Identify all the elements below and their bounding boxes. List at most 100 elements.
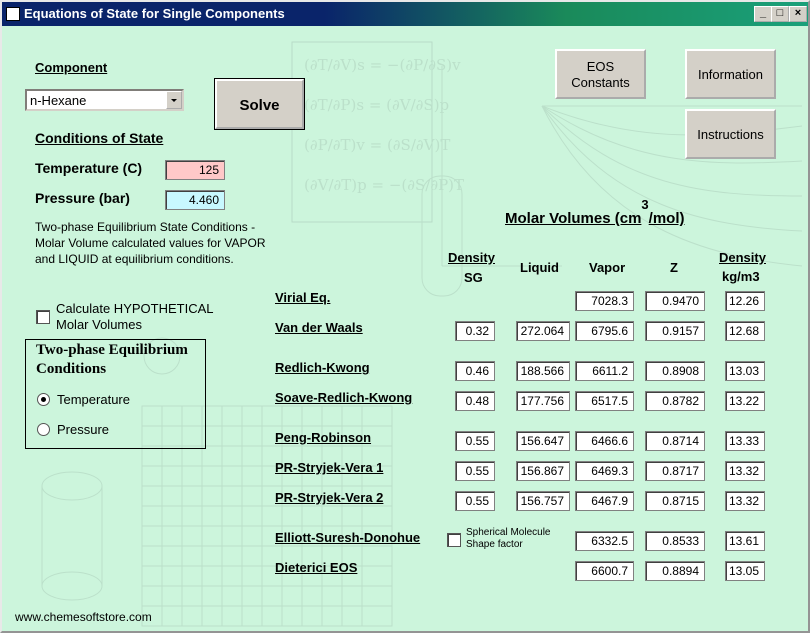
eos-sg-field-6[interactable]: 0.55: [455, 491, 495, 511]
header-z: Z: [670, 260, 678, 275]
eos-name-7[interactable]: Elliott-Suresh-Donohue: [275, 530, 420, 545]
application-window: Equations of State for Single Components…: [0, 0, 810, 633]
eos-constants-button[interactable]: EOS Constants: [555, 49, 646, 99]
eos-density-field-8[interactable]: 13.05: [725, 561, 765, 581]
eos-vapor-field-4[interactable]: 6466.6: [575, 431, 634, 451]
molar-volumes-title-main: Molar Volumes (cm: [505, 210, 642, 227]
component-select[interactable]: n-Hexane: [25, 89, 184, 111]
eos-constants-line2: Constants: [571, 75, 630, 90]
eos-liquid-field-4[interactable]: 156.647: [516, 431, 570, 451]
instructions-button[interactable]: Instructions: [685, 109, 776, 159]
radio-temperature-label: Temperature: [57, 392, 130, 407]
eos-vapor-field-5[interactable]: 6469.3: [575, 461, 634, 481]
molar-volumes-title-sup: 3: [641, 197, 649, 212]
maximize-button[interactable]: □: [771, 6, 789, 22]
radio-pressure-label: Pressure: [57, 422, 110, 437]
eos-density-field-5[interactable]: 13.32: [725, 461, 765, 481]
spherical-label-line1: Spherical Molecule: [466, 527, 551, 538]
eos-name-3[interactable]: Soave-Redlich-Kwong: [275, 390, 412, 405]
main-panel: (∂T/∂V)s = −(∂P/∂S)v (∂T/∂P)s = (∂V/∂S)p…: [2, 26, 808, 631]
header-density-sg-line1: Density: [448, 250, 495, 265]
information-button-label: Information: [697, 67, 764, 82]
eos-sg-field-5[interactable]: 0.55: [455, 461, 495, 481]
eos-density-field-7[interactable]: 13.61: [725, 531, 765, 551]
close-button[interactable]: ×: [789, 6, 807, 22]
solve-button[interactable]: Solve: [214, 78, 305, 130]
radio-temperature[interactable]: [37, 393, 50, 406]
pressure-label: Pressure (bar): [35, 190, 130, 206]
header-density-sg-line2: SG: [464, 270, 483, 285]
eos-density-field-3[interactable]: 13.22: [725, 391, 765, 411]
eos-density-field-1[interactable]: 12.68: [725, 321, 765, 341]
footer-url[interactable]: www.chemesoftstore.com: [15, 610, 152, 624]
information-button[interactable]: Information: [685, 49, 776, 99]
pressure-input[interactable]: 4.460: [165, 190, 225, 210]
temperature-label: Temperature (C): [35, 160, 143, 176]
eos-vapor-field-6[interactable]: 6467.9: [575, 491, 634, 511]
eos-vapor-field-8[interactable]: 6600.7: [575, 561, 634, 581]
instructions-button-label: Instructions: [697, 127, 764, 142]
eos-constants-line1: EOS: [586, 59, 615, 74]
eos-liquid-field-2[interactable]: 188.566: [516, 361, 570, 381]
hypothetical-label-line1: Calculate HYPOTHETICAL: [56, 301, 214, 316]
radio-pressure[interactable]: [37, 423, 50, 436]
title-bar[interactable]: Equations of State for Single Components…: [2, 2, 808, 26]
eos-liquid-field-6[interactable]: 156.757: [516, 491, 570, 511]
eos-name-6[interactable]: PR-Stryjek-Vera 2: [275, 490, 383, 505]
eos-sg-field-4[interactable]: 0.55: [455, 431, 495, 451]
header-density-kg-line1: Density: [719, 250, 766, 265]
eos-vapor-field-3[interactable]: 6517.5: [575, 391, 634, 411]
eos-name-8[interactable]: Dieterici EOS: [275, 560, 357, 575]
hypothetical-label-line2: Molar Volumes: [56, 317, 142, 332]
note-line2: Molar Volume calculated values for VAPOR: [35, 236, 266, 250]
molar-volumes-title: Molar Volumes (cm3/mol): [505, 197, 685, 227]
eos-density-field-6[interactable]: 13.32: [725, 491, 765, 511]
eos-vapor-field-0[interactable]: 7028.3: [575, 291, 634, 311]
eos-name-4[interactable]: Peng-Robinson: [275, 430, 371, 445]
groupbox-title-line1: Two-phase Equilibrium: [36, 342, 188, 358]
svg-text:(∂P/∂T)v = (∂S/∂V)T: (∂P/∂T)v = (∂S/∂V)T: [304, 136, 450, 154]
spherical-label-line2: Shape factor: [466, 539, 523, 550]
eos-density-field-2[interactable]: 13.03: [725, 361, 765, 381]
hypothetical-checkbox[interactable]: [36, 310, 50, 324]
minimize-button[interactable]: _: [754, 6, 772, 22]
eos-vapor-field-2[interactable]: 6611.2: [575, 361, 634, 381]
eos-liquid-field-1[interactable]: 272.064: [516, 321, 570, 341]
solve-button-label: Solve: [239, 97, 280, 114]
dropdown-button[interactable]: [166, 91, 182, 109]
eos-z-field-8[interactable]: 0.8894: [645, 561, 705, 581]
spherical-checkbox[interactable]: [447, 533, 461, 547]
component-heading: Component: [35, 60, 108, 75]
svg-text:(∂T/∂P)s = (∂V/∂S)p: (∂T/∂P)s = (∂V/∂S)p: [304, 96, 449, 114]
eos-z-field-1[interactable]: 0.9157: [645, 321, 705, 341]
eos-sg-field-3[interactable]: 0.48: [455, 391, 495, 411]
eos-z-field-7[interactable]: 0.8533: [645, 531, 705, 551]
eos-z-field-2[interactable]: 0.8908: [645, 361, 705, 381]
eos-name-2[interactable]: Redlich-Kwong: [275, 360, 370, 375]
eos-sg-field-1[interactable]: 0.32: [455, 321, 495, 341]
app-icon: [6, 7, 20, 21]
eos-vapor-field-1[interactable]: 6795.6: [575, 321, 634, 341]
svg-text:(∂V/∂T)p = −(∂S/∂P)T: (∂V/∂T)p = −(∂S/∂P)T: [304, 176, 464, 194]
eos-z-field-6[interactable]: 0.8715: [645, 491, 705, 511]
header-density-kg-line2: kg/m3: [722, 269, 760, 284]
eos-z-field-0[interactable]: 0.9470: [645, 291, 705, 311]
eos-z-field-4[interactable]: 0.8714: [645, 431, 705, 451]
header-vapor: Vapor: [589, 260, 626, 275]
eos-z-field-5[interactable]: 0.8717: [645, 461, 705, 481]
eos-sg-field-2[interactable]: 0.46: [455, 361, 495, 381]
eos-liquid-field-5[interactable]: 156.867: [516, 461, 570, 481]
conditions-heading: Conditions of State: [35, 130, 164, 146]
chevron-down-icon: [171, 99, 177, 102]
eos-vapor-field-7[interactable]: 6332.5: [575, 531, 634, 551]
temperature-input[interactable]: 125: [165, 160, 225, 180]
eos-name-0[interactable]: Virial Eq.: [275, 290, 330, 305]
eos-density-field-0[interactable]: 12.26: [725, 291, 765, 311]
eos-name-1[interactable]: Van der Waals: [275, 320, 363, 335]
eos-density-field-4[interactable]: 13.33: [725, 431, 765, 451]
eos-liquid-field-3[interactable]: 177.756: [516, 391, 570, 411]
molar-volumes-title-tail: /mol): [648, 210, 685, 227]
eos-z-field-3[interactable]: 0.8782: [645, 391, 705, 411]
note-line1: Two-phase Equilibrium State Conditions -: [35, 220, 256, 234]
eos-name-5[interactable]: PR-Stryjek-Vera 1: [275, 460, 383, 475]
